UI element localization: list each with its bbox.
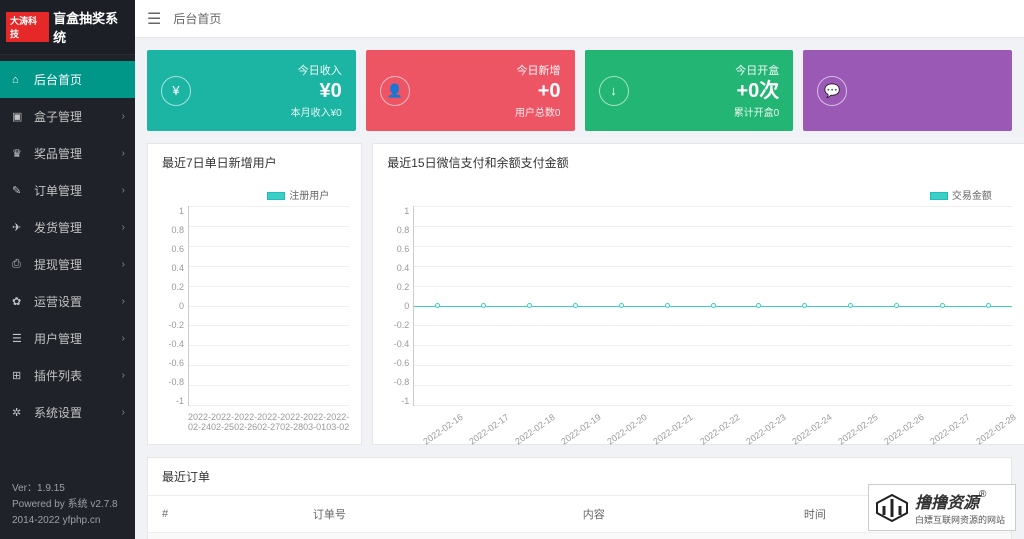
powered-by: Powered by 系统 v2.7.8 2014-2022 yfphp.cn <box>12 497 123 529</box>
chart2-legend: 交易金额 <box>385 187 1012 202</box>
sidebar-item-7[interactable]: ☰ 用户管理 › <box>0 320 135 357</box>
nav: ⌂ 后台首页 ▣ 盒子管理 › ♛ 奖品管理 › ✎ 订单管理 › ✈ 发货管理 › ⎙ 提现管理 › ✿ 运营设置… <box>0 55 135 471</box>
stat-icon: ¥ <box>161 76 191 106</box>
stat-row: ¥ 今日收入¥0本月收入¥0 👤 今日新增+0用户总数0 ↓ 今日开盒+0次累计开盒0 💬 <box>147 50 1012 131</box>
nav-label: 插件列表 <box>34 367 82 384</box>
nav-icon: ☰ <box>12 332 26 345</box>
chevron-right-icon: › <box>122 148 125 159</box>
orders-th-idx: # <box>148 496 299 533</box>
chart1-title: 最近7日单日新增用户 <box>148 144 361 181</box>
stat-card-3[interactable]: 💬 <box>803 50 1012 131</box>
chevron-right-icon: › <box>122 370 125 381</box>
version-block: Ver：1.9.15 Powered by 系统 v2.7.8 2014-202… <box>0 471 135 539</box>
stat-icon: ↓ <box>599 76 629 106</box>
nav-label: 运营设置 <box>34 293 82 310</box>
chart2-title: 最近15日微信支付和余额支付金额 <box>373 144 1024 181</box>
orders-th-no: 订单号 <box>299 496 569 533</box>
sidebar-item-4[interactable]: ✈ 发货管理 › <box>0 209 135 246</box>
nav-icon: ✎ <box>12 184 26 197</box>
stat-icon: 💬 <box>817 76 847 106</box>
nav-icon: ✿ <box>12 295 26 308</box>
chart2-yaxis: 10.80.60.40.20-0.2-0.4-0.6-0.8-1 <box>385 206 413 406</box>
nav-icon: ⊞ <box>12 369 26 382</box>
stat-card-0[interactable]: ¥ 今日收入¥0本月收入¥0 <box>147 50 356 131</box>
nav-icon: ✈ <box>12 221 26 234</box>
nav-label: 系统设置 <box>34 404 82 421</box>
stat-sub: 累计开盒0 <box>637 104 780 119</box>
sidebar-item-5[interactable]: ⎙ 提现管理 › <box>0 246 135 283</box>
chart1-yaxis: 10.80.60.40.20-0.2-0.4-0.6-0.8-1 <box>160 206 188 406</box>
sidebar-item-1[interactable]: ▣ 盒子管理 › <box>0 98 135 135</box>
nav-label: 提现管理 <box>34 256 82 273</box>
nav-icon: ▣ <box>12 110 26 123</box>
nav-label: 盒子管理 <box>34 108 82 125</box>
sidebar-item-0[interactable]: ⌂ 后台首页 <box>0 61 135 98</box>
chevron-right-icon: › <box>122 111 125 122</box>
nav-icon: ♛ <box>12 147 26 160</box>
sidebar-item-2[interactable]: ♛ 奖品管理 › <box>0 135 135 172</box>
chevron-right-icon: › <box>122 296 125 307</box>
stat-value: +0次 <box>637 78 780 104</box>
sidebar-item-9[interactable]: ✲ 系统设置 › <box>0 394 135 431</box>
chart2-grid <box>413 206 1012 406</box>
chart2-xaxis: 2022-02-162022-02-172022-02-182022-02-19… <box>413 406 1012 422</box>
chevron-right-icon: › <box>122 222 125 233</box>
nav-icon: ⎙ <box>12 258 26 271</box>
stat-icon: 👤 <box>380 76 410 106</box>
sidebar-item-8[interactable]: ⊞ 插件列表 › <box>0 357 135 394</box>
version-line: Ver：1.9.15 <box>12 481 123 497</box>
nav-label: 用户管理 <box>34 330 82 347</box>
nav-icon: ✲ <box>12 406 26 419</box>
stat-title: 今日收入 <box>199 62 342 78</box>
watermark-sub: 白嫖互联网资源的网站 <box>915 513 1005 526</box>
nav-label: 奖品管理 <box>34 145 82 162</box>
topbar: ☰ 后台首页 <box>135 0 1024 38</box>
stat-card-1[interactable]: 👤 今日新增+0用户总数0 <box>366 50 575 131</box>
stat-sub: 用户总数0 <box>418 104 561 119</box>
stat-title: 今日新增 <box>418 62 561 78</box>
breadcrumb: 后台首页 <box>173 10 221 27</box>
orders-th-content: 内容 <box>569 496 790 533</box>
chart2-panel: 最近15日微信支付和余额支付金额 交易金额 10.80.60.40.20-0.2… <box>372 143 1024 445</box>
chart1-legend: 注册用户 <box>160 187 349 202</box>
nav-label: 发货管理 <box>34 219 82 236</box>
menu-toggle-icon[interactable]: ☰ <box>147 9 161 29</box>
stat-sub: 本月收入¥0 <box>199 104 342 119</box>
brand-title: 盲盒抽奖系统 <box>53 8 129 46</box>
watermark-r: ® <box>979 489 986 500</box>
nav-label: 后台首页 <box>34 71 82 88</box>
logo-bar: 大涛科技 盲盒抽奖系统 <box>0 0 135 55</box>
orders-empty-row: 没有数据 <box>148 533 1011 539</box>
orders-empty-text: 没有数据 <box>148 533 1011 539</box>
watermark: 撸撸资源® 白嫖互联网资源的网站 <box>868 484 1016 531</box>
sidebar-item-6[interactable]: ✿ 运营设置 › <box>0 283 135 320</box>
watermark-title: 撸撸资源 <box>915 495 979 512</box>
sidebar-item-3[interactable]: ✎ 订单管理 › <box>0 172 135 209</box>
brand-tag: 大涛科技 <box>6 12 49 42</box>
stat-value: ¥0 <box>199 78 342 104</box>
nav-label: 订单管理 <box>34 182 82 199</box>
chart1-panel: 最近7日单日新增用户 注册用户 10.80.60.40.20-0.2-0.4-0… <box>147 143 362 445</box>
stat-value: +0 <box>418 78 561 104</box>
chevron-right-icon: › <box>122 259 125 270</box>
stat-title: 今日开盒 <box>637 62 780 78</box>
watermark-logo-icon <box>875 493 909 523</box>
sidebar: 大涛科技 盲盒抽奖系统 ⌂ 后台首页 ▣ 盒子管理 › ♛ 奖品管理 › ✎ 订单管理 › ✈ 发货管理… <box>0 0 135 539</box>
chevron-right-icon: › <box>122 185 125 196</box>
chart1-xaxis: 2022-02-242022-02-252022-02-262022-02-27… <box>188 406 349 432</box>
nav-icon: ⌂ <box>12 74 26 86</box>
chevron-right-icon: › <box>122 333 125 344</box>
stat-card-2[interactable]: ↓ 今日开盒+0次累计开盒0 <box>585 50 794 131</box>
chevron-right-icon: › <box>122 407 125 418</box>
chart1-grid <box>188 206 349 406</box>
